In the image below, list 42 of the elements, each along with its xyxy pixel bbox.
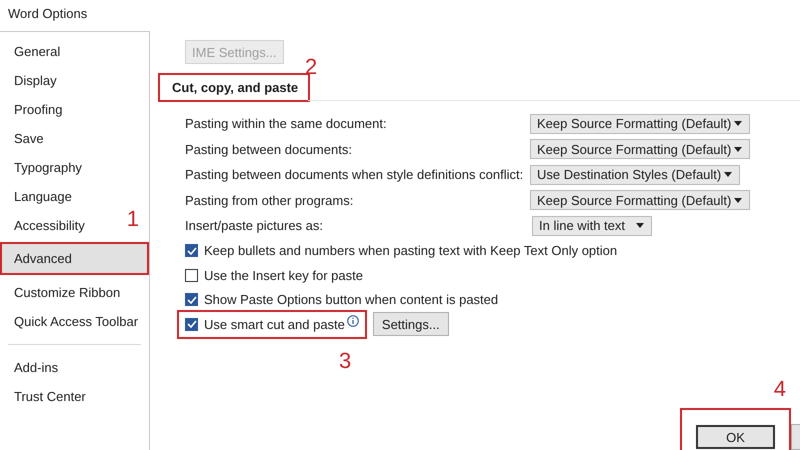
sidebar-item[interactable]: Quick Access Toolbar <box>0 307 138 336</box>
caret-icon <box>724 172 732 178</box>
callout-number: 3 <box>339 350 352 372</box>
caret-icon <box>734 198 742 203</box>
callout-number: 4 <box>774 378 786 400</box>
option-label: Insert/paste pictures as: <box>185 218 324 234</box>
sidebar-item[interactable]: Customize Ribbon <box>0 278 120 307</box>
dropdown[interactable]: Keep Source Formatting (Default) <box>530 139 750 160</box>
dropdown[interactable]: Use Destination Styles (Default) <box>530 164 740 185</box>
sidebar-item[interactable]: Advanced <box>0 242 149 275</box>
dropdown[interactable]: Keep Source Formatting (Default) <box>530 114 750 134</box>
checkbox-label: Show Paste Options button when content is pasted <box>204 292 498 308</box>
section-heading: Cut, copy, and paste <box>160 75 308 100</box>
sidebar-item[interactable]: Add-ins <box>0 353 58 382</box>
sidebar-item[interactable]: Display <box>0 66 57 95</box>
checkbox-label: Use smart cut and paste <box>204 316 345 332</box>
checkbox[interactable] <box>185 318 198 331</box>
checkbox-label: Use the Insert key for paste <box>204 268 363 283</box>
caret-icon <box>734 146 742 152</box>
option-label: Pasting from other programs: <box>185 192 354 208</box>
dropdown[interactable]: Keep Source Formatting (Default) <box>530 190 750 210</box>
sidebar-item[interactable]: Typography <box>0 153 82 182</box>
dropdown[interactable]: In line with text <box>532 216 652 236</box>
sidebar-item[interactable]: Trust Center <box>0 382 86 411</box>
option-label: Pasting within the same document: <box>185 116 387 132</box>
caret-icon <box>636 223 644 228</box>
callout-number: 1 <box>126 208 139 230</box>
caret-icon <box>734 121 742 126</box>
checkbox[interactable] <box>185 293 198 306</box>
sidebar-item[interactable]: Proofing <box>0 95 62 124</box>
checkbox[interactable] <box>185 268 198 282</box>
sidebar-item[interactable]: Language <box>0 182 72 211</box>
sidebar-item[interactable]: General <box>0 37 60 66</box>
option-label: Pasting between documents when style definitions conflict: <box>185 167 524 182</box>
sidebar-item[interactable]: Accessibility <box>0 211 85 240</box>
checkbox[interactable] <box>185 244 198 258</box>
ok-button[interactable]: OK <box>696 425 775 449</box>
settings-button[interactable]: Settings... <box>372 312 449 336</box>
window-title: Word Options <box>7 5 88 23</box>
option-label: Pasting between documents: <box>185 142 352 157</box>
checkbox-label: Keep bullets and numbers when pasting text with Keep Text Only option <box>204 243 618 258</box>
sidebar-item[interactable]: Save <box>0 124 44 153</box>
